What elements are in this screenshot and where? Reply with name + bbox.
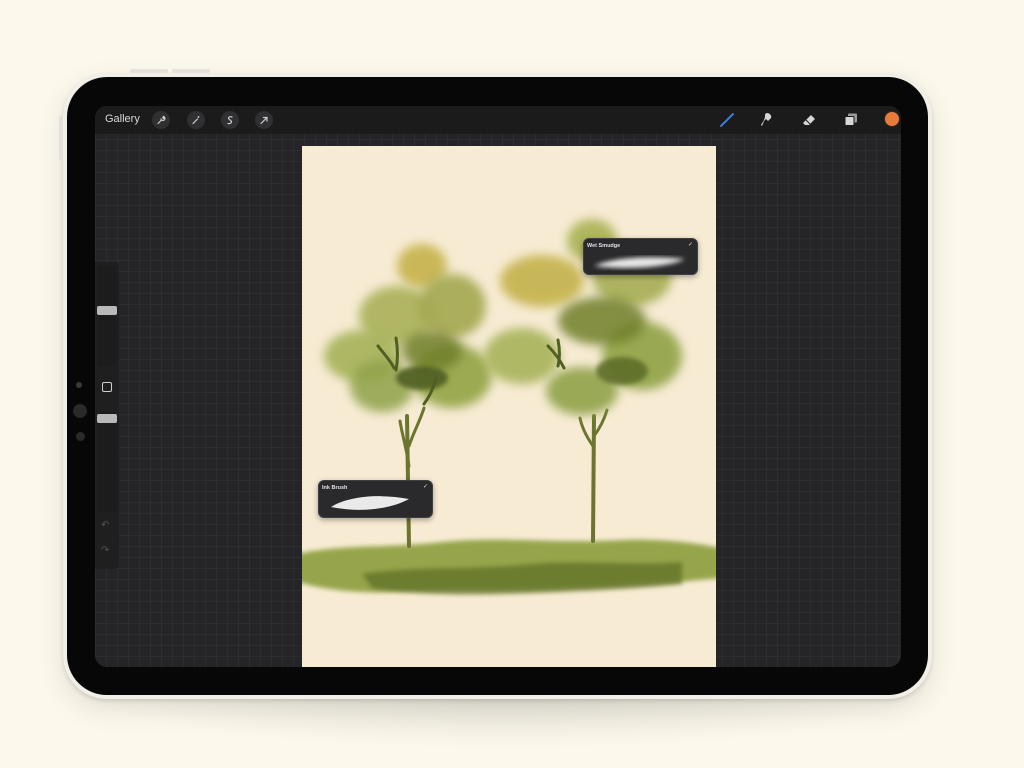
gallery-button[interactable]: Gallery [105,113,140,125]
top-toolbar: Gallery [95,106,901,134]
magic-wand-icon [192,116,200,125]
grass-ground [302,539,716,595]
transform-button[interactable] [255,111,273,129]
selection-button[interactable] [221,111,239,129]
brush-size-slider[interactable] [97,306,117,315]
left-sidebar: ↶ ↷ [95,262,119,569]
watercolor-painting [302,219,716,595]
drawing-canvas[interactable]: Wet Smudge ✓ Ink Brush ✓ [302,146,716,667]
camera-lens [73,404,87,418]
checkmark-icon: ✓ [687,242,693,248]
camera-sensor [76,432,85,441]
square-icon[interactable] [102,382,112,392]
smudge-icon [761,113,772,126]
brush-stroke-preview [331,496,409,510]
brush-icon [720,113,734,127]
brush-stroke-preview [594,257,685,269]
checkmark-icon: ✓ [422,484,428,490]
smudge-tool-button[interactable] [756,109,778,131]
device-shadow [78,690,938,750]
layers-button[interactable] [840,109,862,131]
wrench-icon [157,115,166,125]
camera-dot [76,382,82,388]
transform-arrow-icon [260,116,268,125]
selection-icon [227,116,233,125]
eraser-tool-button[interactable] [798,109,820,131]
eraser-icon [803,115,815,125]
undo-arrow-icon[interactable]: ↶ [101,520,109,531]
brush-tool-button[interactable] [716,109,738,131]
top-button-right [172,69,210,73]
side-button [59,116,63,160]
color-picker-button[interactable] [884,111,900,127]
wet-smudge-label[interactable]: Wet Smudge ✓ [583,238,698,275]
ink-brush-label[interactable]: Ink Brush ✓ [318,480,433,518]
opacity-track[interactable] [98,412,116,512]
brush-size-track[interactable] [98,266,116,366]
redo-arrow-icon[interactable]: ↷ [101,545,109,556]
layers-icon [844,113,857,126]
opacity-slider[interactable] [97,414,117,423]
top-button-left [130,69,168,73]
app-screen: Gallery ↶ ↷ Wet Smudge ✓ Ink Brush ✓ [95,106,901,667]
actions-button[interactable] [152,111,170,129]
adjustments-button[interactable] [187,111,205,129]
